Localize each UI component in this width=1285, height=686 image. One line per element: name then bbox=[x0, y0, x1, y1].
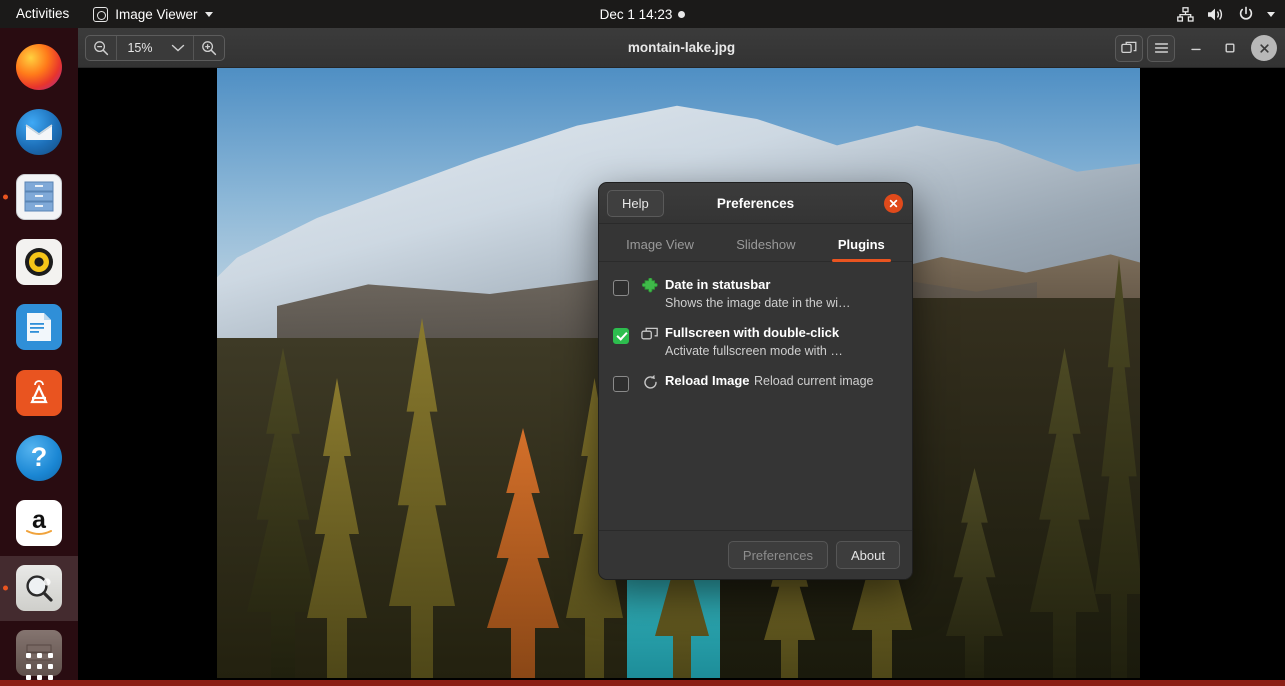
plugin-text: Reload Image Reload current image bbox=[665, 372, 898, 390]
chevron-down-icon[interactable] bbox=[163, 36, 193, 60]
tab-image-view[interactable]: Image View bbox=[620, 237, 700, 261]
plugin-about-button[interactable]: About bbox=[836, 541, 900, 569]
running-indicator-icon bbox=[3, 194, 8, 200]
dock-item-thunderbird[interactable] bbox=[0, 99, 78, 164]
gnome-top-bar: Activities Image Viewer Dec 1 14:23 bbox=[0, 0, 1285, 28]
puzzle-piece-icon bbox=[639, 278, 661, 295]
plugin-name: Fullscreen with double-click bbox=[665, 325, 840, 340]
plugin-text: Date in statusbar Shows the image date i… bbox=[665, 276, 898, 312]
dock-item-help[interactable]: ? bbox=[0, 425, 78, 490]
plugin-description: Shows the image date in the wi… bbox=[665, 296, 851, 310]
libreoffice-writer-icon bbox=[16, 304, 62, 351]
plugin-description: Activate fullscreen mode with … bbox=[665, 344, 843, 358]
power-icon bbox=[1238, 6, 1254, 22]
clock-label: Dec 1 14:23 bbox=[599, 6, 673, 22]
network-icon bbox=[1177, 6, 1194, 22]
apps-grid-icon bbox=[25, 653, 53, 680]
image-viewer-icon bbox=[93, 6, 109, 22]
system-tray[interactable] bbox=[1177, 0, 1275, 28]
show-applications-button[interactable] bbox=[0, 653, 78, 680]
dock-item-libreoffice-writer[interactable] bbox=[0, 295, 78, 360]
close-button[interactable] bbox=[1251, 35, 1277, 61]
maximize-button[interactable] bbox=[1217, 35, 1243, 61]
zoom-level-label: 15% bbox=[127, 40, 153, 55]
plugin-list: Date in statusbar Shows the image date i… bbox=[599, 262, 912, 530]
gallery-toggle-button[interactable] bbox=[1115, 34, 1143, 62]
minimize-button[interactable] bbox=[1183, 35, 1209, 61]
chevron-down-icon bbox=[1267, 11, 1275, 17]
dock-item-ubuntu-software[interactable] bbox=[0, 360, 78, 425]
dialog-close-button[interactable] bbox=[884, 193, 903, 213]
screen-bottom-strip bbox=[0, 680, 1285, 686]
thunderbird-icon bbox=[16, 108, 62, 155]
window-title: montain-lake.jpg bbox=[627, 40, 736, 55]
dialog-tabs: Image View Slideshow Plugins bbox=[599, 224, 912, 262]
fullscreen-windows-icon bbox=[639, 326, 661, 342]
dock-item-amazon[interactable]: a bbox=[0, 490, 78, 555]
image-viewer-window: 15% montain-lake.jpg Help Preferences Im… bbox=[78, 28, 1285, 678]
preferences-dialog: Help Preferences Image View Slideshow Pl… bbox=[598, 182, 913, 580]
firefox-icon bbox=[16, 43, 62, 90]
dock-item-firefox[interactable] bbox=[0, 34, 78, 99]
dock-item-files[interactable] bbox=[0, 164, 78, 229]
ubuntu-software-icon bbox=[16, 369, 62, 416]
files-icon bbox=[16, 174, 62, 220]
running-indicator-icon bbox=[3, 585, 8, 591]
tab-slideshow[interactable]: Slideshow bbox=[730, 237, 801, 261]
tab-plugins[interactable]: Plugins bbox=[831, 237, 891, 262]
rhythmbox-icon bbox=[16, 239, 62, 286]
help-icon: ? bbox=[16, 434, 62, 481]
notification-dot-icon bbox=[678, 10, 686, 18]
plugin-checkbox-fullscreen-with-double-click[interactable] bbox=[613, 328, 629, 344]
list-item[interactable]: Fullscreen with double-click Activate fu… bbox=[613, 324, 898, 360]
dock-item-rhythmbox[interactable] bbox=[0, 230, 78, 295]
dialog-header: Help Preferences bbox=[599, 183, 912, 224]
chevron-down-icon bbox=[204, 11, 213, 17]
plugin-name: Reload Image bbox=[665, 373, 750, 388]
hamburger-menu-button[interactable] bbox=[1147, 34, 1175, 62]
zoom-out-icon[interactable] bbox=[86, 36, 116, 60]
activities-button[interactable]: Activities bbox=[0, 0, 83, 28]
zoom-controls[interactable]: 15% bbox=[85, 34, 225, 61]
plugin-name: Date in statusbar bbox=[665, 277, 771, 292]
zoom-in-icon[interactable] bbox=[194, 36, 224, 60]
desktop-screen: Activities Image Viewer Dec 1 14:23 15% … bbox=[0, 0, 1285, 686]
amazon-icon: a bbox=[16, 500, 62, 547]
reload-icon bbox=[639, 374, 661, 391]
plugin-description: Reload current image bbox=[753, 374, 874, 388]
window-controls bbox=[1115, 28, 1277, 68]
dialog-footer: Preferences About bbox=[599, 530, 912, 579]
plugin-preferences-button[interactable]: Preferences bbox=[727, 541, 829, 569]
plugin-checkbox-reload-image[interactable] bbox=[613, 376, 629, 392]
image-viewer-icon bbox=[16, 565, 62, 612]
app-menu-button[interactable]: Image Viewer bbox=[83, 0, 222, 28]
dock-item-image-viewer[interactable] bbox=[0, 555, 78, 621]
volume-icon bbox=[1207, 7, 1225, 22]
app-menu-label: Image Viewer bbox=[115, 6, 198, 22]
ubuntu-dock: ? a bbox=[0, 28, 78, 686]
window-titlebar: 15% montain-lake.jpg bbox=[78, 28, 1285, 68]
plugin-text: Fullscreen with double-click Activate fu… bbox=[665, 324, 898, 360]
help-button[interactable]: Help bbox=[607, 189, 664, 217]
list-item[interactable]: Reload Image Reload current image bbox=[613, 372, 898, 392]
plugin-checkbox-date-in-statusbar[interactable] bbox=[613, 280, 629, 296]
list-item[interactable]: Date in statusbar Shows the image date i… bbox=[613, 276, 898, 312]
